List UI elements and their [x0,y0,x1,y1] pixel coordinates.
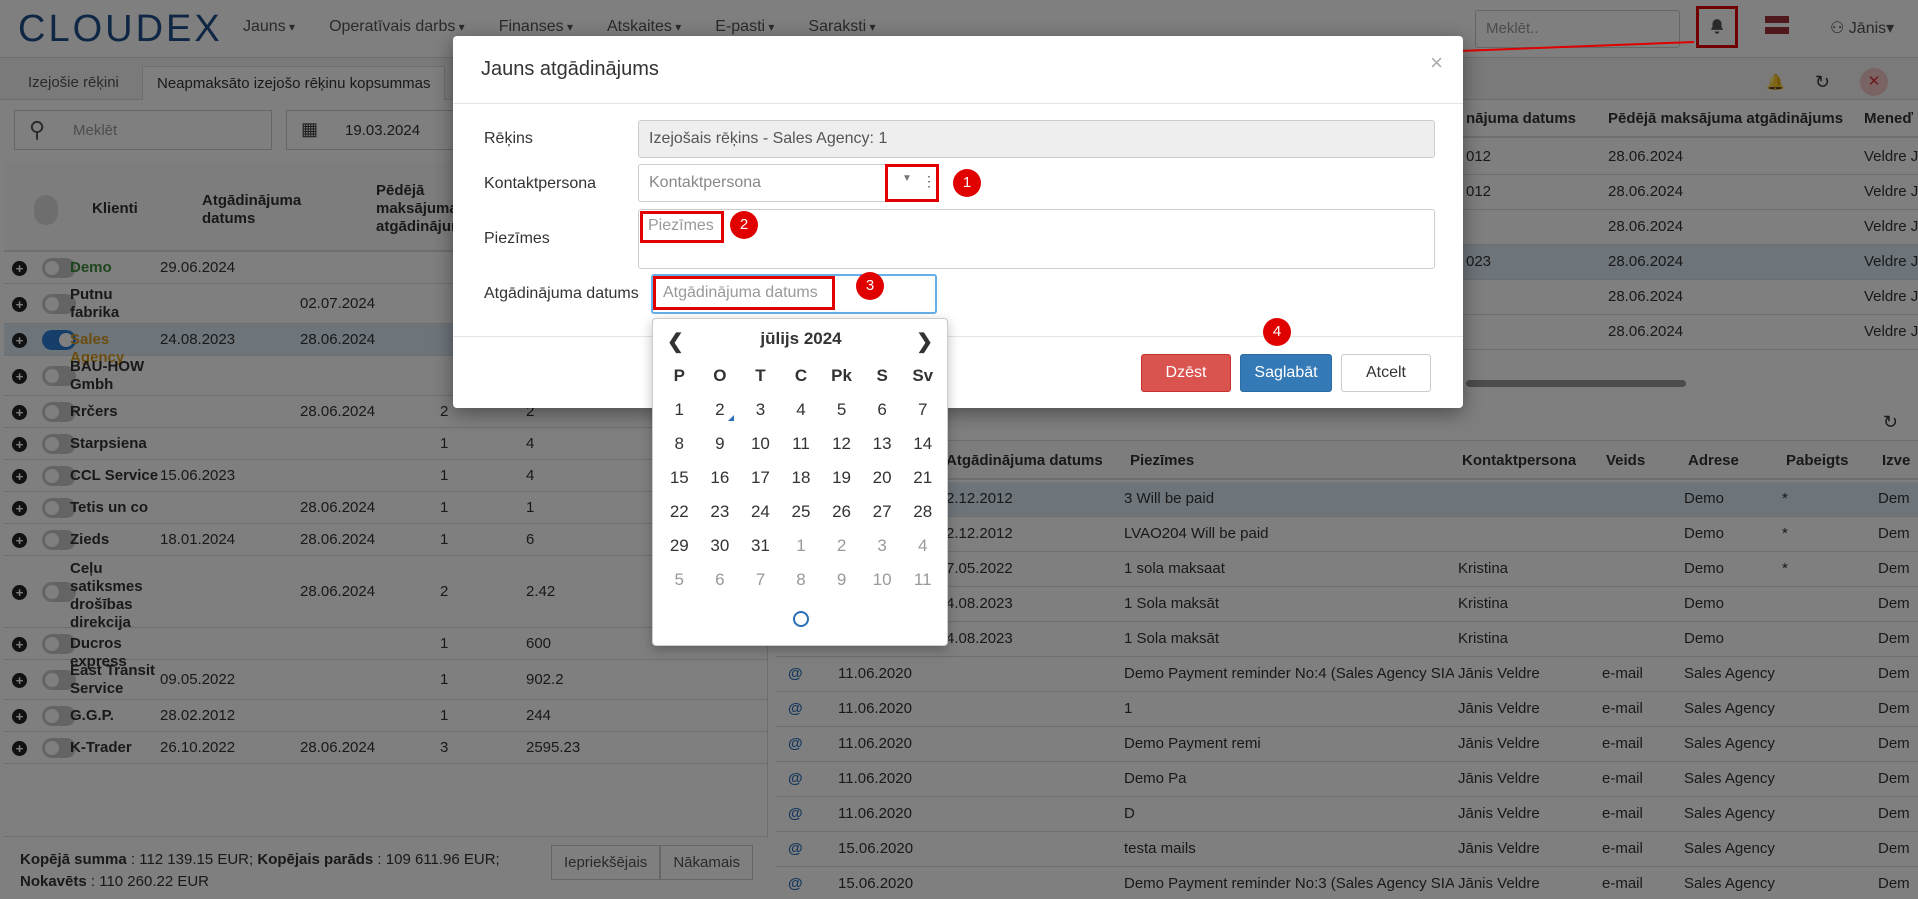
clock-icon[interactable] [793,611,809,627]
dialog-title: Jauns atgādinājums [481,58,659,80]
weekday-label: O [713,366,727,385]
calendar-day[interactable]: 1 [659,393,700,427]
calendar-day[interactable]: 9 [821,563,862,597]
weekday-label: Sv [912,366,934,385]
calendar-day[interactable]: 3 [740,393,781,427]
weekday-label: S [876,366,888,385]
calendar-day[interactable]: 30 [700,529,741,563]
calendar-day[interactable]: 6 [700,563,741,597]
notes-label: Piezīmes [484,230,550,247]
today-marker-icon [728,415,735,421]
calendar-day[interactable]: 23 [700,495,741,529]
invoice-field: Izejošais rēķins - Sales Agency: 1 [638,120,1435,158]
calendar-day[interactable]: 2 [700,393,741,427]
calendar-day[interactable]: 19 [821,461,862,495]
calendar-day[interactable]: 31 [740,529,781,563]
calendar-day[interactable]: 25 [781,495,822,529]
date-picker-grid: P O T C Pk S Sv 1 2 3 4 5 6 7 8 9 10 11 12 13 14 15 16 17 18 19 20… [659,359,943,597]
weekday-label: Pk [831,366,852,385]
date-picker: ❮ jūlijs 2024 ❯ P O T C Pk S Sv 1 2 3 4 5 6 7 8 9 10 11 12… [652,318,948,646]
calendar-day[interactable]: 11 [902,563,943,597]
calendar-day[interactable]: 4 [781,393,822,427]
calendar-day[interactable]: 6 [862,393,903,427]
invoice-label: Rēķins [484,130,533,147]
reminder-date-label: Atgādinājuma datums [484,285,639,302]
calendar-day[interactable]: 21 [902,461,943,495]
calendar-day[interactable]: 11 [781,427,822,461]
calendar-day[interactable]: 2 [821,529,862,563]
calendar-day[interactable]: 27 [862,495,903,529]
calendar-day[interactable]: 4 [902,529,943,563]
dialog-header: Jauns atgādinājums × [453,36,1463,104]
calendar-day[interactable]: 5 [659,563,700,597]
weekday-label: P [673,366,685,385]
date-picker-title[interactable]: jūlijs 2024 [653,329,949,349]
contact-label: Kontaktpersona [484,175,597,192]
calendar-day[interactable]: 29 [659,529,700,563]
calendar-day[interactable]: 16 [700,461,741,495]
weekday-label: T [755,366,766,385]
calendar-day[interactable]: 9 [700,427,741,461]
weekday-label: C [794,366,808,385]
calendar-day[interactable]: 8 [659,427,700,461]
app-frame: CLOUDEX Jauns Operatīvais darbs Finanses… [0,0,1918,899]
calendar-day[interactable]: 24 [740,495,781,529]
chevron-right-icon[interactable]: ❯ [916,329,933,354]
calendar-day[interactable]: 26 [821,495,862,529]
annotation-badge-4: 4 [1263,318,1291,346]
new-reminder-dialog: Jauns atgādinājums × Rēķins Izejošais rē… [453,36,1463,408]
calendar-day[interactable]: 22 [659,495,700,529]
calendar-day[interactable]: 15 [659,461,700,495]
annotation-box-1: ▼ ⋮ [885,164,939,202]
annotation-badge-1: 1 [953,169,981,197]
more-vertical-icon[interactable]: ⋮ [922,173,936,190]
calendar-day[interactable]: 3 [862,529,903,563]
calendar-day[interactable]: 28 [902,495,943,529]
calendar-day[interactable]: 5 [821,393,862,427]
calendar-day[interactable]: 12 [821,427,862,461]
calendar-day[interactable]: 10 [740,427,781,461]
calendar-day[interactable]: 13 [862,427,903,461]
calendar-day[interactable]: 18 [781,461,822,495]
calendar-day[interactable]: 7 [740,563,781,597]
notes-placeholder: Piezīmes [640,211,724,243]
date-placeholder: Atgādinājuma datums [653,276,835,310]
calendar-day[interactable]: 14 [902,427,943,461]
save-button[interactable]: Saglabāt [1240,354,1332,392]
calendar-day[interactable]: 20 [862,461,903,495]
annotation-badge-2: 2 [730,211,758,239]
dropdown-arrow-icon[interactable]: ▼ [902,173,912,184]
cancel-button[interactable]: Atcelt [1341,354,1431,392]
calendar-day[interactable]: 17 [740,461,781,495]
delete-button[interactable]: Dzēst [1141,354,1231,392]
calendar-day[interactable]: 7 [902,393,943,427]
notes-textarea[interactable] [638,209,1435,269]
calendar-day[interactable]: 8 [781,563,822,597]
calendar-day[interactable]: 1 [781,529,822,563]
close-icon[interactable]: × [1430,50,1443,76]
annotation-badge-3: 3 [856,272,884,300]
calendar-day[interactable]: 10 [862,563,903,597]
